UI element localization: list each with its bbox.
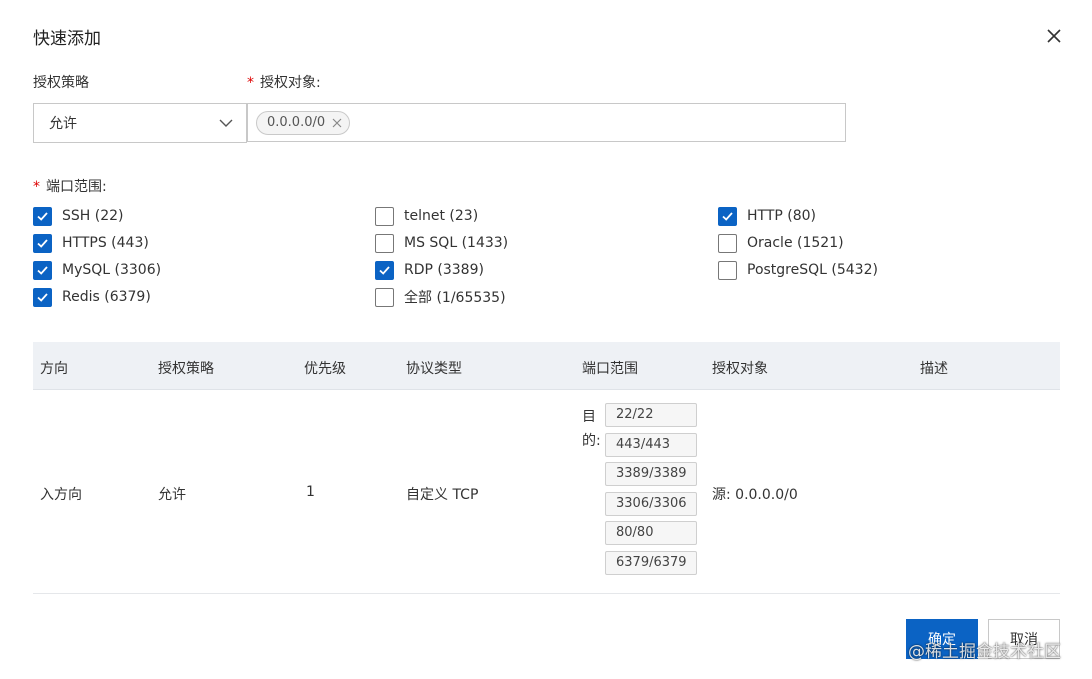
port-checkbox-item[interactable]: 全部 (1/65535) <box>375 287 506 307</box>
port-checkbox-label: telnet (23) <box>404 208 479 224</box>
port-checkbox-label: MySQL (3306) <box>62 262 162 278</box>
checkbox-checked-icon[interactable] <box>33 260 52 280</box>
cell-policy: 允许 <box>158 487 186 503</box>
port-range-pill: 3306/3306 <box>605 491 697 516</box>
port-range-pill: 80/80 <box>605 521 697 545</box>
policy-select[interactable]: 允许 <box>33 103 247 143</box>
cell-protocol: 自定义 TCP <box>406 487 479 503</box>
port-checkbox-item[interactable]: MySQL (3306) <box>33 260 161 280</box>
tag-remove-icon[interactable] <box>331 117 343 129</box>
port-checkbox-label: MS SQL (1433) <box>404 235 509 251</box>
checkbox-unchecked-icon[interactable] <box>375 206 394 226</box>
close-icon <box>1047 29 1061 43</box>
port-checkbox-label: SSH (22) <box>62 208 124 224</box>
watermark: @稀土掘金技术社区 <box>908 642 1061 662</box>
port-checkbox-item[interactable]: HTTP (80) <box>718 206 816 226</box>
close-button[interactable] <box>1041 24 1067 48</box>
port-checkbox-item[interactable]: HTTPS (443) <box>33 233 149 253</box>
port-checkbox-label: 全部 (1/65535) <box>404 290 506 306</box>
port-checkbox-label: PostgreSQL (5432) <box>747 262 878 278</box>
header-protocol: 协议类型 <box>406 361 462 377</box>
checkbox-checked-icon[interactable] <box>33 233 52 253</box>
port-checkbox-label: Redis (6379) <box>62 289 151 305</box>
chevron-down-icon <box>218 115 234 135</box>
port-range-label-wrap: * 端口范围: <box>33 176 107 196</box>
cell-direction: 入方向 <box>40 487 82 503</box>
port-checkbox-label: HTTPS (443) <box>62 235 149 251</box>
port-checkbox-item[interactable]: PostgreSQL (5432) <box>718 260 878 280</box>
port-checkbox-item[interactable]: Oracle (1521) <box>718 233 844 253</box>
header-priority: 优先级 <box>304 361 346 377</box>
object-tag: 0.0.0.0/0 <box>256 110 351 135</box>
port-checkbox-item[interactable]: Redis (6379) <box>33 287 151 307</box>
port-checkbox-label: HTTP (80) <box>747 208 817 224</box>
checkbox-unchecked-icon[interactable] <box>375 287 394 307</box>
checkbox-unchecked-icon[interactable] <box>375 233 394 253</box>
header-direction: 方向 <box>40 361 68 377</box>
port-checkbox-item[interactable]: telnet (23) <box>375 206 478 226</box>
port-checkbox-label: RDP (3389) <box>404 262 484 278</box>
port-range-pill: 443/443 <box>605 432 697 457</box>
table-header: 方向 授权策略 优先级 协议类型 端口范围 授权对象 描述 <box>33 342 1060 390</box>
header-policy: 授权策略 <box>158 361 214 377</box>
checkbox-unchecked-icon[interactable] <box>718 233 737 253</box>
cell-priority: 1 <box>306 484 315 500</box>
port-range-pill: 6379/6379 <box>605 550 697 575</box>
port-range-pill: 22/22 <box>605 403 697 427</box>
header-object: 授权对象 <box>712 361 768 377</box>
object-label: 授权对象: <box>260 75 321 91</box>
checkbox-checked-icon[interactable] <box>33 287 52 307</box>
checkbox-checked-icon[interactable] <box>375 260 394 280</box>
required-mark: * <box>247 75 254 91</box>
policy-label: 授权策略 <box>33 75 89 91</box>
checkbox-checked-icon[interactable] <box>33 206 52 226</box>
port-range-label: 端口范围: <box>46 179 107 195</box>
port-checkbox-label: Oracle (1521) <box>747 235 844 251</box>
object-label-wrap: * 授权对象: <box>247 72 321 92</box>
cell-dest-label: 目的: <box>582 409 601 449</box>
row-divider <box>33 593 1060 594</box>
port-checkbox-item[interactable]: RDP (3389) <box>375 260 484 280</box>
port-checkbox-item[interactable]: MS SQL (1433) <box>375 233 508 253</box>
dialog-title: 快速添加 <box>33 29 101 49</box>
port-checkbox-item[interactable]: SSH (22) <box>33 206 124 226</box>
checkbox-checked-icon[interactable] <box>718 206 737 226</box>
port-range-pill: 3389/3389 <box>605 462 697 486</box>
header-port-range: 端口范围 <box>582 361 638 377</box>
required-mark: * <box>33 179 40 195</box>
policy-select-value: 允许 <box>49 116 77 132</box>
checkbox-unchecked-icon[interactable] <box>718 260 737 280</box>
object-tag-label: 0.0.0.0/0 <box>267 115 326 130</box>
quick-add-dialog: 快速添加 授权策略 * 授权对象: 允许 0.0.0.0/0 * 端口范围: SSH… <box>0 0 1092 679</box>
object-tags-input[interactable]: 0.0.0.0/0 <box>247 103 846 142</box>
cell-object: 源: 0.0.0.0/0 <box>712 487 798 503</box>
header-description: 描述 <box>920 361 948 377</box>
